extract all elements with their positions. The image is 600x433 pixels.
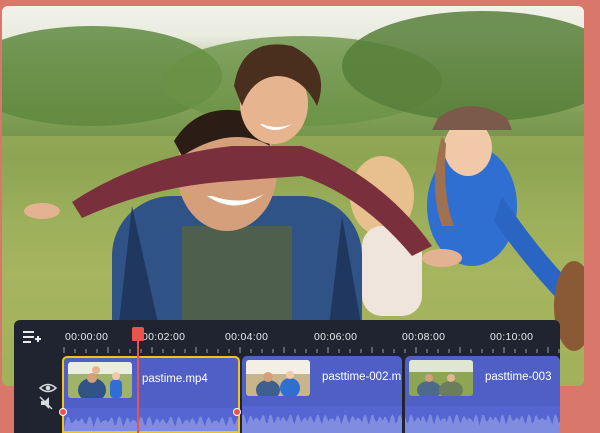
clip-thumbnail — [246, 360, 310, 396]
clip-thumbnail — [68, 362, 132, 398]
clip-trim-handle-right[interactable] — [233, 408, 241, 416]
ruler-label: 00:02:00 — [142, 331, 186, 343]
audio-waveform — [242, 406, 402, 433]
playhead-line — [137, 334, 139, 433]
add-track-icon[interactable] — [22, 328, 42, 346]
mute-icon[interactable] — [39, 396, 53, 410]
ruler-label: 00:00:00 — [65, 331, 109, 343]
timeline-clip-2[interactable]: pasttime-002.m — [242, 356, 402, 433]
clip-thumbnail — [409, 360, 473, 396]
clip-label: pasttime-003 — [485, 371, 552, 383]
timeline-clip-1[interactable]: pastime.mp4 — [62, 356, 240, 433]
playhead-marker-icon[interactable] — [132, 327, 144, 341]
ruler-label: 00:10:00 — [490, 331, 534, 343]
audio-waveform — [64, 408, 238, 431]
clip-trim-handle-left[interactable] — [59, 408, 67, 416]
ruler-label: 00:06:00 — [314, 331, 358, 343]
ruler-label: 00:08:00 — [402, 331, 446, 343]
track-controls — [38, 383, 58, 410]
timeline-panel[interactable]: 00:00:00 00:02:00 00:04:00 00:06:00 00:0… — [14, 320, 560, 433]
eye-icon[interactable] — [38, 383, 58, 393]
clip-label: pasttime-002.m — [322, 371, 402, 383]
ruler-label: 00:04:00 — [225, 331, 269, 343]
clip-label: pastime.mp4 — [142, 373, 208, 385]
audio-waveform — [405, 406, 560, 433]
timeline-clip-3[interactable]: pasttime-003 — [405, 356, 560, 433]
